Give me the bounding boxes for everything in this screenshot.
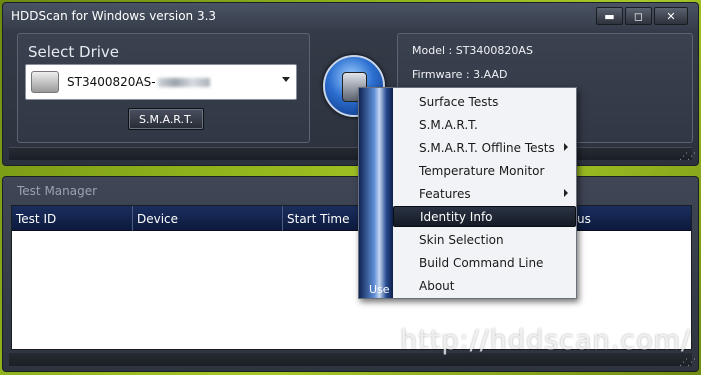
- test-manager-title: Test Manager: [17, 184, 98, 198]
- chevron-down-icon[interactable]: [282, 77, 290, 82]
- column-header-device[interactable]: Device: [133, 206, 283, 231]
- menu-item-temperature-monitor[interactable]: Temperature Monitor: [393, 160, 576, 181]
- resize-grip-icon[interactable]: ⋰⋰: [679, 358, 696, 368]
- menu-item-about[interactable]: About: [393, 275, 576, 296]
- menu-item-smart[interactable]: S.M.A.R.T.: [393, 114, 576, 135]
- menu-item-surface-tests[interactable]: Surface Tests: [393, 91, 576, 112]
- status-bar: [9, 147, 692, 160]
- table-header: Test ID Device Start Time us: [12, 206, 691, 231]
- menu-item-skin-selection[interactable]: Skin Selection: [393, 229, 576, 250]
- selected-drive-text: ST3400820AS-: [67, 75, 210, 89]
- select-drive-label: Select Drive: [28, 43, 120, 61]
- submenu-arrow-icon: [564, 189, 568, 197]
- redacted-serial: [157, 78, 210, 87]
- tasks-context-menu: Use Surface Tests S.M.A.R.T. S.M.A.R.T. …: [358, 87, 577, 299]
- drive-dropdown[interactable]: ST3400820AS-: [25, 64, 297, 100]
- firmware-info: Firmware : 3.AAD: [412, 68, 508, 81]
- window-title: HDDScan for Windows version 3.3: [11, 9, 217, 23]
- watermark: http://hddscan.com/: [400, 325, 692, 356]
- menu-side-label: Use: [369, 283, 390, 296]
- model-info: Model : ST3400820AS: [412, 44, 533, 57]
- main-window: HDDScan for Windows version 3.3 ▬ ◻ ✕ Se…: [2, 2, 699, 166]
- maximize-button[interactable]: ◻: [625, 7, 652, 25]
- menu-item-smart-offline-tests[interactable]: S.M.A.R.T. Offline Tests: [393, 137, 576, 158]
- menu-item-features[interactable]: Features: [393, 183, 576, 204]
- column-header-test-id[interactable]: Test ID: [12, 206, 133, 231]
- resize-grip-icon[interactable]: ⋰⋰: [679, 152, 696, 162]
- window-controls: ▬ ◻ ✕: [596, 7, 688, 25]
- smart-button[interactable]: S.M.A.R.T.: [128, 108, 204, 130]
- menu-item-build-command-line[interactable]: Build Command Line: [393, 252, 576, 273]
- menu-side-strip: Use: [359, 88, 393, 298]
- drive-panel: Select Drive ST3400820AS- S.M.A.R.T.: [17, 33, 310, 143]
- hard-disk-icon: [31, 71, 59, 93]
- minimize-button[interactable]: ▬: [596, 7, 623, 25]
- menu-item-identity-info[interactable]: Identity Info: [393, 206, 576, 227]
- column-header-status-text: us: [577, 211, 591, 226]
- close-button[interactable]: ✕: [654, 7, 688, 25]
- submenu-arrow-icon: [564, 143, 568, 151]
